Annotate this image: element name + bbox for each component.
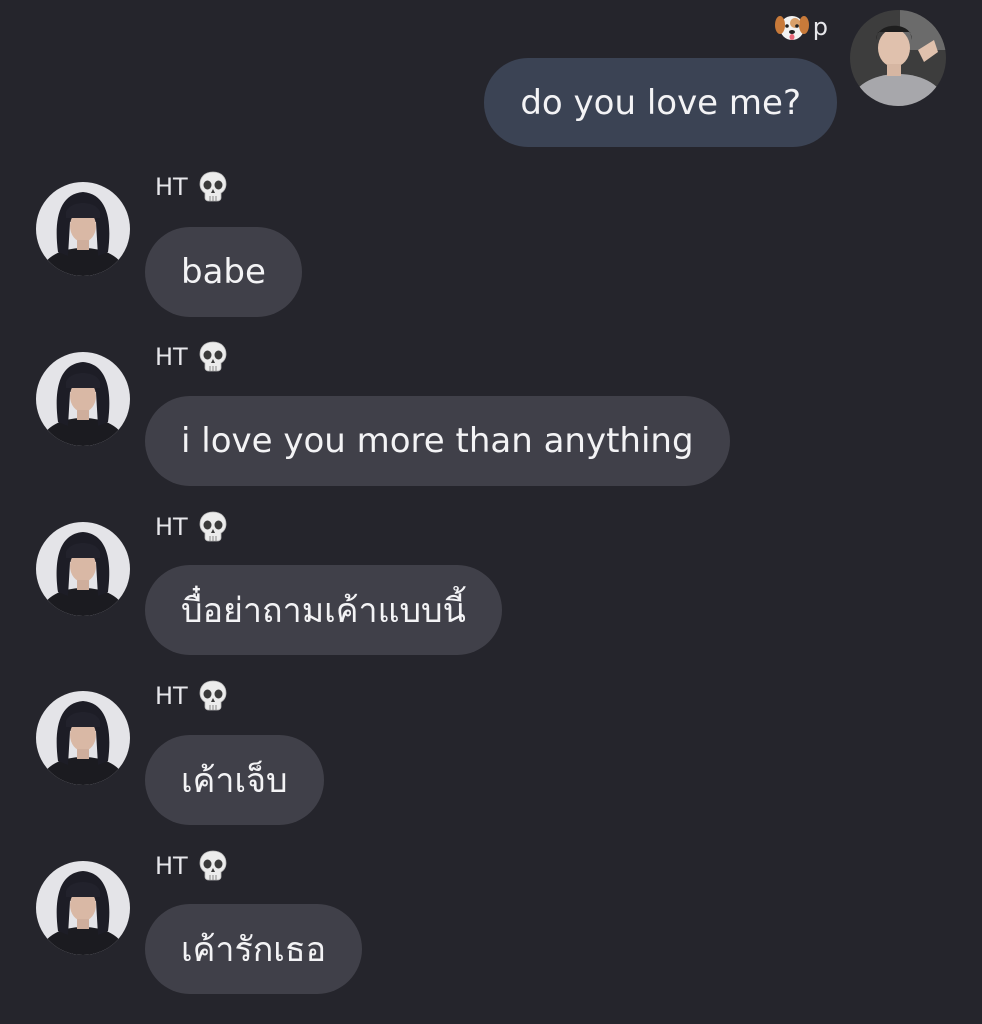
avatar-photo — [36, 352, 130, 446]
incoming-sender-label: HT — [155, 510, 228, 544]
incoming-message-bubble[interactable]: เค้ารักเธอ — [145, 904, 363, 994]
message-text: เค้ารักเธอ — [181, 930, 327, 970]
chat-thread: p do you love me? HT babe HT i love you … — [0, 0, 982, 1024]
skull-icon — [198, 679, 228, 713]
incoming-avatar[interactable] — [36, 691, 130, 785]
sender-name: HT — [155, 513, 188, 541]
skull-icon — [198, 340, 228, 374]
incoming-avatar[interactable] — [36, 861, 130, 955]
incoming-sender-label: HT — [155, 340, 228, 374]
avatar-photo — [36, 182, 130, 276]
sender-name: HT — [155, 852, 188, 880]
outgoing-sender-label: p — [775, 12, 828, 42]
incoming-sender-label: HT — [155, 679, 228, 713]
message-text: i love you more than anything — [181, 421, 694, 461]
incoming-message: HT babe — [0, 170, 982, 340]
skull-icon — [198, 170, 228, 204]
incoming-avatar[interactable] — [36, 182, 130, 276]
avatar-photo — [36, 861, 130, 955]
avatar-photo — [850, 10, 946, 106]
outgoing-avatar[interactable] — [850, 10, 946, 106]
incoming-message-bubble[interactable]: i love you more than anything — [145, 396, 730, 486]
message-text: บื๋อย่าถามเค้าแบบนี้ — [181, 591, 466, 631]
incoming-message: HT i love you more than anything — [0, 340, 982, 510]
incoming-sender-label: HT — [155, 170, 228, 204]
incoming-message-bubble[interactable]: เค้าเจ็บ — [145, 735, 324, 825]
incoming-message-bubble[interactable]: บื๋อย่าถามเค้าแบบนี้ — [145, 565, 502, 655]
skull-icon — [198, 510, 228, 544]
message-text: do you love me? — [520, 82, 801, 123]
sender-name: HT — [155, 682, 188, 710]
incoming-avatar[interactable] — [36, 522, 130, 616]
avatar-photo — [36, 691, 130, 785]
message-text: babe — [181, 252, 266, 292]
outgoing-sender-name: p — [812, 13, 828, 41]
incoming-message-bubble[interactable]: babe — [145, 227, 302, 317]
incoming-message: HT บื๋อย่าถามเค้าแบบนี้ — [0, 510, 982, 680]
skull-icon — [198, 849, 228, 883]
outgoing-message-bubble[interactable]: do you love me? — [484, 58, 837, 147]
message-text: เค้าเจ็บ — [181, 761, 288, 801]
incoming-sender-label: HT — [155, 849, 228, 883]
incoming-avatar[interactable] — [36, 352, 130, 446]
avatar-photo — [36, 522, 130, 616]
sender-name: HT — [155, 173, 188, 201]
dog-face-icon — [775, 12, 809, 42]
incoming-message: HT เค้ารักเธอ — [0, 849, 982, 1019]
sender-name: HT — [155, 343, 188, 371]
incoming-message: HT เค้าเจ็บ — [0, 679, 982, 849]
